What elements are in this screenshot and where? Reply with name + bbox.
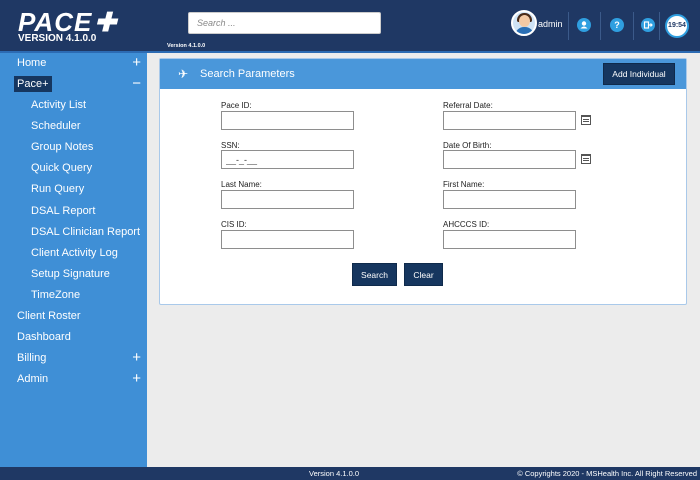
dob-input[interactable] (443, 150, 576, 169)
ahcccs-id-input[interactable] (443, 230, 576, 249)
collapse-icon[interactable]: − (132, 74, 141, 93)
sidebar-item-label: DSAL Clinician Report (31, 226, 141, 238)
last-name-label: Last Name: (221, 180, 262, 189)
panel-title: Search Parameters (200, 68, 295, 80)
sidebar-item-label: Setup Signature (31, 268, 110, 280)
expand-icon[interactable]: + (132, 369, 141, 388)
referral-date-label: Referral Date: (443, 101, 493, 110)
plus-icon: ✚ (94, 7, 118, 37)
first-name-input[interactable] (443, 190, 576, 209)
sidebar-item-activity-list[interactable]: Activity List (0, 95, 147, 115)
logout-icon[interactable] (641, 18, 655, 32)
add-individual-button[interactable]: Add Individual (603, 63, 675, 85)
avatar-body (515, 27, 534, 34)
user-profile-icon[interactable] (577, 18, 591, 32)
sidebar-item-label: Client Activity Log (31, 247, 118, 259)
header-divider (600, 12, 601, 40)
sidebar-item-label: Activity List (31, 99, 87, 111)
header-version: Version 4.1.0.0 (167, 43, 206, 49)
sidebar-item-dsal-report[interactable]: DSAL Report (0, 201, 147, 221)
sidebar-item-run-query[interactable]: Run Query (0, 179, 147, 199)
expand-icon[interactable]: + (132, 348, 141, 367)
user-avatar[interactable] (511, 10, 537, 36)
sidebar-item-dsal-clinician-report[interactable]: DSAL Clinician Report (0, 222, 147, 242)
exit-icon (643, 21, 653, 29)
sidebar-item-label: DSAL Report (31, 205, 96, 217)
pace-id-label: Pace ID: (221, 101, 252, 110)
help-icon[interactable]: ? (610, 18, 624, 32)
sidebar-item-scheduler[interactable]: Scheduler (0, 116, 147, 136)
sidebar-item-label: Home (17, 57, 47, 69)
sidebar-item-timezone[interactable]: TimeZone (0, 285, 147, 305)
footer-copyright: © Copyrights 2020 - MSHealth Inc. All Ri… (517, 469, 697, 478)
sidebar-item-home[interactable]: Home + (0, 53, 147, 73)
sidebar-item-setup-signature[interactable]: Setup Signature (0, 264, 147, 284)
footer-version: Version 4.1.0.0 (309, 469, 360, 478)
sidebar-item-client-activity-log[interactable]: Client Activity Log (0, 243, 147, 263)
search-input[interactable] (188, 12, 381, 34)
sidebar-item-label: TimeZone (31, 289, 81, 301)
sidebar-item-admin[interactable]: Admin + (0, 369, 147, 389)
plane-icon: ✈ (178, 67, 189, 81)
calendar-icon[interactable] (581, 115, 591, 125)
first-name-label: First Name: (443, 180, 485, 189)
sidebar-item-label: Admin (17, 373, 49, 385)
ssn-input[interactable] (221, 150, 354, 169)
sidebar-item-label: Run Query (31, 183, 85, 195)
sidebar-nav: Home + Pace+ − Activity List Scheduler G… (0, 53, 147, 467)
clear-button[interactable]: Clear (404, 263, 443, 286)
logo-version: VERSION 4.1.0.0 (18, 33, 97, 44)
clock-display: 19:54 (665, 14, 689, 38)
sidebar-item-client-roster[interactable]: Client Roster (0, 306, 147, 326)
sidebar-item-label: Dashboard (17, 331, 71, 343)
sidebar-item-label: Quick Query (31, 162, 93, 174)
sidebar-item-billing[interactable]: Billing + (0, 348, 147, 368)
header-divider (568, 12, 569, 40)
sidebar-item-pace-plus[interactable]: Pace+ − (0, 74, 147, 94)
last-name-input[interactable] (221, 190, 354, 209)
search-parameters-panel: ✈ Search Parameters Add Individual Pace … (159, 58, 687, 305)
sidebar-item-label: Pace+ (14, 76, 52, 92)
sidebar-item-label: Client Roster (17, 310, 81, 322)
footer-bar: Version 4.1.0.0 © Copyrights 2020 - MSHe… (0, 467, 700, 480)
header-divider (633, 12, 634, 40)
top-header: PACE✚ VERSION 4.1.0.0 Version 4.1.0.0 ad… (0, 0, 700, 53)
ahcccs-id-label: AHCCCS ID: (443, 220, 490, 229)
header-divider (659, 12, 660, 40)
avatar-head (519, 15, 530, 27)
user-name[interactable]: admin (538, 19, 563, 29)
calendar-icon[interactable] (581, 154, 591, 164)
dob-label: Date Of Birth: (443, 141, 492, 150)
ssn-label: SSN: (221, 141, 240, 150)
cis-id-input[interactable] (221, 230, 354, 249)
sidebar-item-label: Scheduler (31, 120, 81, 132)
pace-id-input[interactable] (221, 111, 354, 130)
sidebar-item-quick-query[interactable]: Quick Query (0, 158, 147, 178)
expand-icon[interactable]: + (132, 53, 141, 72)
panel-header: ✈ Search Parameters Add Individual (160, 59, 686, 89)
sidebar-item-dashboard[interactable]: Dashboard (0, 327, 147, 347)
referral-date-input[interactable] (443, 111, 576, 130)
person-icon (580, 21, 588, 29)
search-button[interactable]: Search (352, 263, 397, 286)
cis-id-label: CIS ID: (221, 220, 247, 229)
sidebar-item-label: Group Notes (31, 141, 94, 153)
sidebar-item-label: Billing (17, 352, 47, 364)
sidebar-item-group-notes[interactable]: Group Notes (0, 137, 147, 157)
